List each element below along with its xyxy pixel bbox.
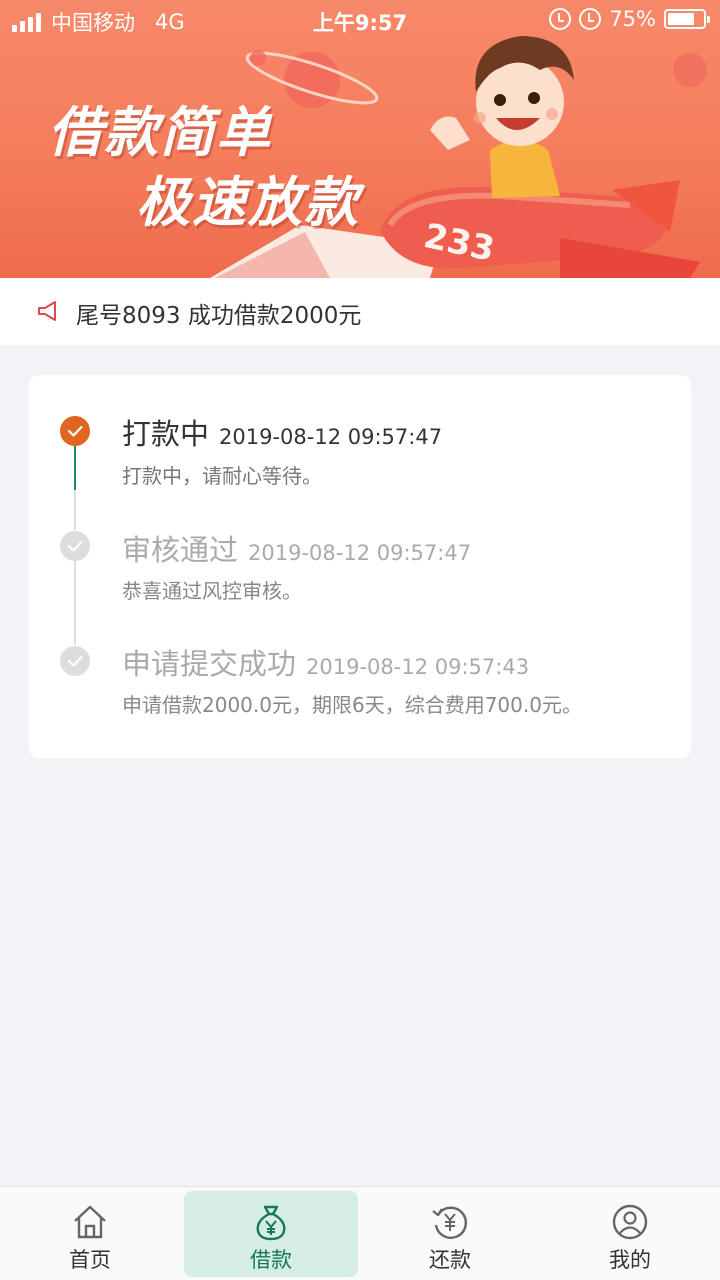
step-time: 2019-08-12 09:57:47: [248, 541, 472, 565]
step-title: 审核通过: [122, 533, 239, 567]
timeline-connector: [74, 561, 76, 645]
status-bar: 中国移动 4G 上午9:57 75%: [0, 0, 720, 40]
battery-icon: [664, 9, 710, 29]
battery-level: [668, 13, 694, 25]
bottom-tab-bar: 首页 借款 还款 我的: [0, 1186, 720, 1280]
timeline-connector: [74, 445, 76, 490]
tab-loan[interactable]: 借款: [184, 1191, 358, 1277]
megaphone-icon: [38, 301, 56, 321]
money-bag-icon: [256, 1205, 286, 1241]
tab-repay[interactable]: 还款: [363, 1191, 537, 1277]
notice-text: 尾号8093 成功借款2000元: [76, 303, 362, 329]
loan-progress-screen: 233 中国移动 4G 上午9:57 75% 借款简单 极速放款 尾号8093 …: [0, 0, 720, 1280]
promo-banner[interactable]: 233 中国移动 4G 上午9:57 75% 借款简单 极速放款: [0, 0, 720, 278]
notice-bar[interactable]: 尾号8093 成功借款2000元: [0, 278, 720, 345]
step-description: 恭喜通过风控审核。: [122, 579, 302, 603]
home-icon: [74, 1205, 106, 1239]
step-title: 打款中: [122, 417, 210, 451]
check-circle-icon: [60, 531, 90, 561]
step-time: 2019-08-12 09:57:47: [219, 425, 443, 449]
profile-icon: [612, 1204, 648, 1240]
battery-percent: 75%: [609, 7, 656, 31]
tab-label: 首页: [69, 1248, 111, 1272]
timeline-connector: [74, 490, 76, 530]
rotation-lock-icon: [549, 8, 572, 30]
check-circle-icon: [60, 646, 90, 676]
tab-label: 我的: [609, 1248, 651, 1272]
loan-progress-card: 打款中 2019-08-12 09:57:47 打款中，请耐心等待。 审核通过 20…: [29, 375, 691, 758]
repay-icon: [432, 1206, 468, 1239]
banner-headline: 借款简单: [48, 101, 272, 164]
alarm-icon: [579, 8, 602, 30]
step-title: 申请提交成功: [122, 647, 297, 681]
check-circle-icon: [60, 416, 90, 446]
step-time: 2019-08-12 09:57:43: [306, 655, 530, 679]
tab-profile[interactable]: 我的: [543, 1191, 717, 1277]
tab-home[interactable]: 首页: [3, 1191, 177, 1277]
step-description: 申请借款2000.0元，期限6天，综合费用700.0元。: [122, 693, 582, 717]
tab-label: 借款: [250, 1248, 292, 1272]
step-description: 打款中，请耐心等待。: [122, 464, 322, 488]
tab-label: 还款: [429, 1248, 471, 1272]
banner-subheadline: 极速放款: [136, 171, 360, 234]
